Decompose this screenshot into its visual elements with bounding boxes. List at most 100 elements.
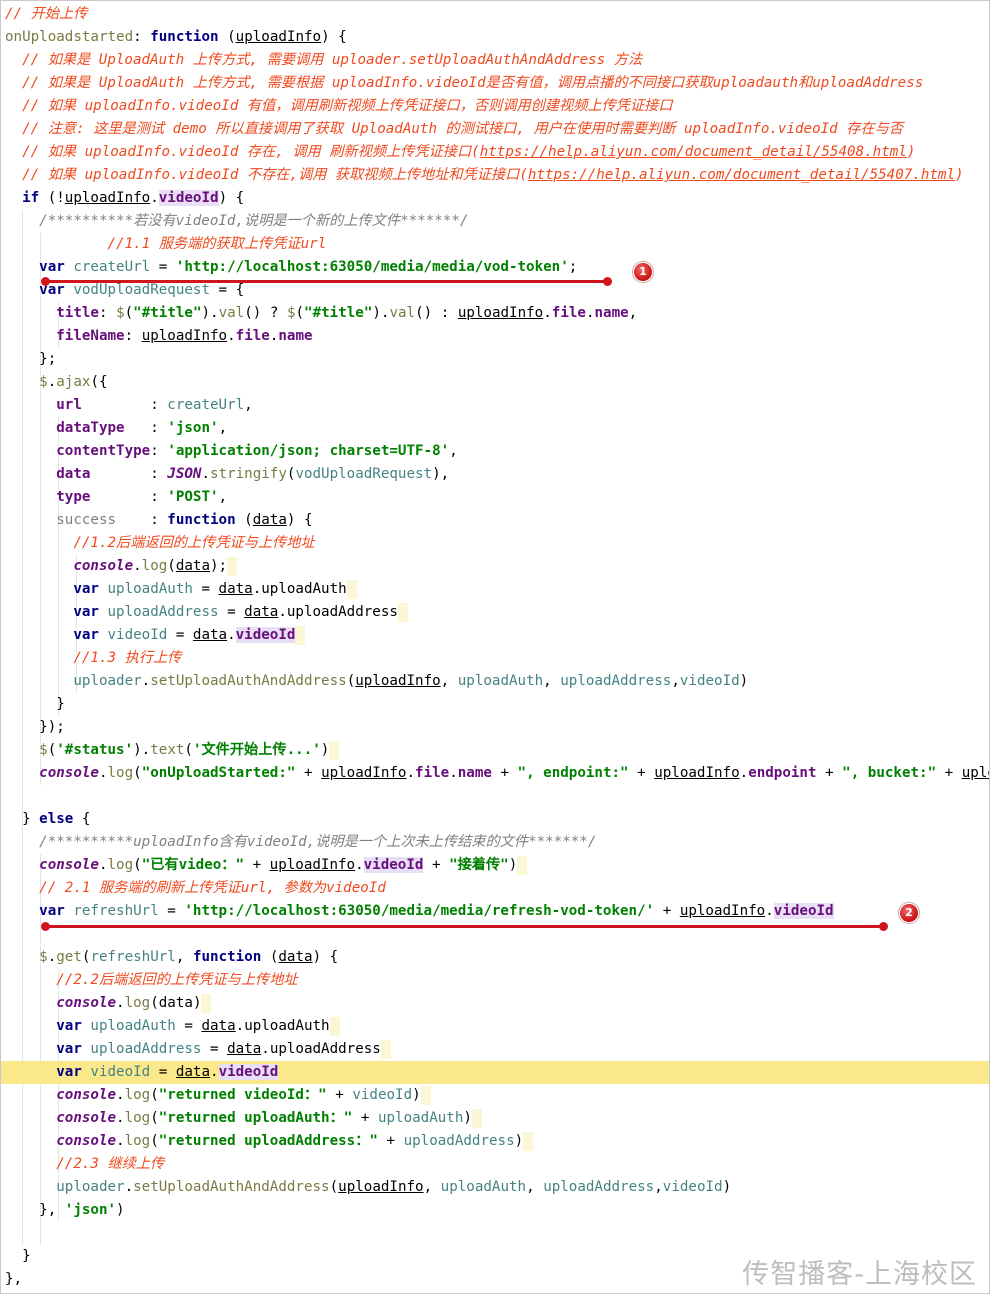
code-line[interactable]: // 注意: 这里是测试 demo 所以直接调用了获取 UploadAuth 的…	[1, 118, 989, 141]
code-token: .	[47, 949, 57, 965]
code-line[interactable]: console.log("已有video：" + uploadInfo.vide…	[1, 854, 989, 877]
code-line[interactable]: type : 'POST',	[1, 486, 989, 509]
code-line[interactable]: console.log("onUploadStarted:" + uploadI…	[1, 762, 989, 785]
code-line[interactable]: /**********若没有videoId,说明是一个新的上传文件*******…	[1, 210, 989, 233]
code-line-text: },	[5, 1268, 22, 1291]
code-line[interactable]: title: $("#title").val() ? $("#title").v…	[1, 302, 989, 325]
code-token: val	[389, 305, 416, 321]
code-token: // 注意: 这里是测试 demo 所以直接调用了获取 UploadAuth 的…	[5, 121, 904, 137]
code-line[interactable]: var uploadAddress = data.uploadAddress	[1, 1038, 989, 1061]
code-line-text: onUploadstarted: function (uploadInfo) {	[5, 26, 347, 49]
code-token: JSON	[167, 466, 202, 482]
code-token: videoId	[235, 627, 296, 643]
code-line[interactable]: //1.3 执行上传	[1, 647, 989, 670]
code-line[interactable]: // 如果 uploadInfo.videoId 不存在,调用 获取视频上传地址…	[1, 164, 989, 187]
code-token: "#title"	[133, 305, 202, 321]
code-line[interactable]: console.log(data);	[1, 555, 989, 578]
code-line[interactable]: // 如果 uploadInfo.videoId 存在, 调用 刷新视频上传凭证…	[1, 141, 989, 164]
code-line[interactable]: if (!uploadInfo.videoId) {	[1, 187, 989, 210]
code-line-text: };	[5, 348, 56, 371]
code-line[interactable]: var refreshUrl = 'http://localhost:63050…	[1, 900, 989, 923]
code-line[interactable]: contentType: 'application/json; charset=…	[1, 440, 989, 463]
code-line[interactable]: // 如果是 UploadAuth 上传方式, 需要调用 uploader.se…	[1, 49, 989, 72]
code-line[interactable]: console.log(data)	[1, 992, 989, 1015]
code-line[interactable]: $.get(refreshUrl, function (data) {	[1, 946, 989, 969]
code-token: .	[116, 1110, 125, 1126]
code-line[interactable]: var uploadAddress = data.uploadAddress	[1, 601, 989, 624]
code-line-text: var uploadAddress = data.uploadAddress	[5, 601, 398, 624]
code-line[interactable]: //2.3 继续上传	[1, 1153, 989, 1176]
code-token: +	[352, 1110, 378, 1126]
code-line[interactable]: $('#status').text('文件开始上传...')	[1, 739, 989, 762]
code-line[interactable]: uploader.setUploadAuthAndAddress(uploadI…	[1, 1176, 989, 1199]
code-line[interactable]: }, 'json')	[1, 1199, 989, 1222]
code-token: .	[124, 1179, 134, 1195]
code-line-text: uploader.setUploadAuthAndAddress(uploadI…	[5, 1176, 731, 1199]
code-line[interactable]: console.log("returned uploadAddress：" + …	[1, 1130, 989, 1153]
code-token: .	[543, 305, 552, 321]
code-token: =	[150, 1064, 176, 1080]
code-token: if	[5, 190, 40, 206]
code-token: .	[739, 765, 749, 781]
code-token: onUploadstarted	[5, 29, 134, 45]
watermark: 传智播客-上海校区	[742, 1259, 977, 1290]
code-token: (	[295, 305, 305, 321]
code-line[interactable]: var uploadAuth = data.uploadAuth	[1, 1015, 989, 1038]
code-token: +	[377, 1133, 404, 1149]
code-token: )	[412, 1087, 421, 1103]
code-token: ,	[449, 443, 458, 459]
code-line[interactable]: data : JSON.stringify(vodUploadRequest),	[1, 463, 989, 486]
code-line[interactable]: $.ajax({	[1, 371, 989, 394]
code-line[interactable]: url : createUrl,	[1, 394, 989, 417]
code-line[interactable]: onUploadstarted: function (uploadInfo) {	[1, 26, 989, 49]
code-line[interactable]: console.log("returned uploadAuth：" + upl…	[1, 1107, 989, 1130]
code-token: var	[5, 627, 108, 643]
code-line[interactable]: console.log("returned videoId：" + videoI…	[1, 1084, 989, 1107]
code-token: (!	[39, 190, 65, 206]
code-line[interactable]: //2.2后端返回的上传凭证与上传地址	[1, 969, 989, 992]
code-line[interactable]: });	[1, 716, 989, 739]
code-line-text: dataType : 'json',	[5, 417, 227, 440]
code-line[interactable]: // 如果是 UploadAuth 上传方式, 需要根据 uploadInfo.…	[1, 72, 989, 95]
annotation-dot-2-start	[41, 922, 50, 931]
code-token: };	[5, 351, 57, 367]
code-line[interactable]: };	[1, 348, 989, 371]
code-token: )	[192, 995, 202, 1011]
code-line[interactable]: // 如果 uploadInfo.videoId 有值，调用刷新视频上传凭证接口…	[1, 95, 989, 118]
code-line-text: console.log("returned videoId：" + videoI…	[5, 1084, 421, 1107]
code-editor[interactable]: // 开始上传 onUploadstarted: function (upload…	[0, 0, 990, 1294]
code-line[interactable]: uploader.setUploadAuthAndAddress(uploadI…	[1, 670, 989, 693]
code-line[interactable]	[1, 1222, 989, 1245]
code-line[interactable]: // 开始上传	[1, 3, 989, 26]
code-line[interactable]: success : function (data) {	[1, 509, 989, 532]
code-line[interactable]: //1.1 服务端的获取上传凭证url	[1, 233, 989, 256]
code-token: // 如果 uploadInfo.videoId 有值，调用刷新视频上传凭证接口…	[5, 98, 673, 114]
code-line-text: var uploadAddress = data.uploadAddress	[5, 1038, 381, 1061]
code-token: uploadInfo	[654, 765, 740, 781]
code-token: createUrl	[167, 397, 245, 413]
code-token: videoId	[107, 627, 168, 643]
code-token: var	[5, 259, 74, 275]
code-line[interactable]: // 2.1 服务端的刷新上传凭证url, 参数为videoId	[1, 877, 989, 900]
code-line[interactable]: fileName: uploadInfo.file.name	[1, 325, 989, 348]
code-line[interactable]: } else {	[1, 808, 989, 831]
code-line[interactable]: var videoId = data.videoId	[1, 624, 989, 647]
code-line[interactable]: var createUrl = 'http://localhost:63050/…	[1, 256, 989, 279]
code-line[interactable]	[1, 785, 989, 808]
code-token: uploadAddress	[543, 1179, 655, 1195]
code-token: :	[90, 466, 168, 482]
code-token: )	[514, 1133, 524, 1149]
code-line[interactable]: var uploadAuth = data.uploadAuth	[1, 578, 989, 601]
code-line[interactable]: /**********uploadInfo含有videoId,说明是一个上次未上…	[1, 831, 989, 854]
code-line[interactable]: //1.2后端返回的上传凭证与上传地址	[1, 532, 989, 555]
code-line[interactable]: var videoId = data.videoId	[1, 1061, 989, 1084]
code-line[interactable]: }	[1, 693, 989, 716]
code-line-text: $('#status').text('文件开始上传...')	[5, 739, 329, 762]
code-token: uploadInfo	[64, 190, 151, 206]
code-token: console	[5, 857, 99, 873]
code-token: console	[5, 1087, 117, 1103]
code-line[interactable]: dataType : 'json',	[1, 417, 989, 440]
code-token: uploadAddress	[403, 1133, 515, 1149]
code-line-text: }, 'json')	[5, 1199, 124, 1222]
code-token: (	[329, 1179, 339, 1195]
